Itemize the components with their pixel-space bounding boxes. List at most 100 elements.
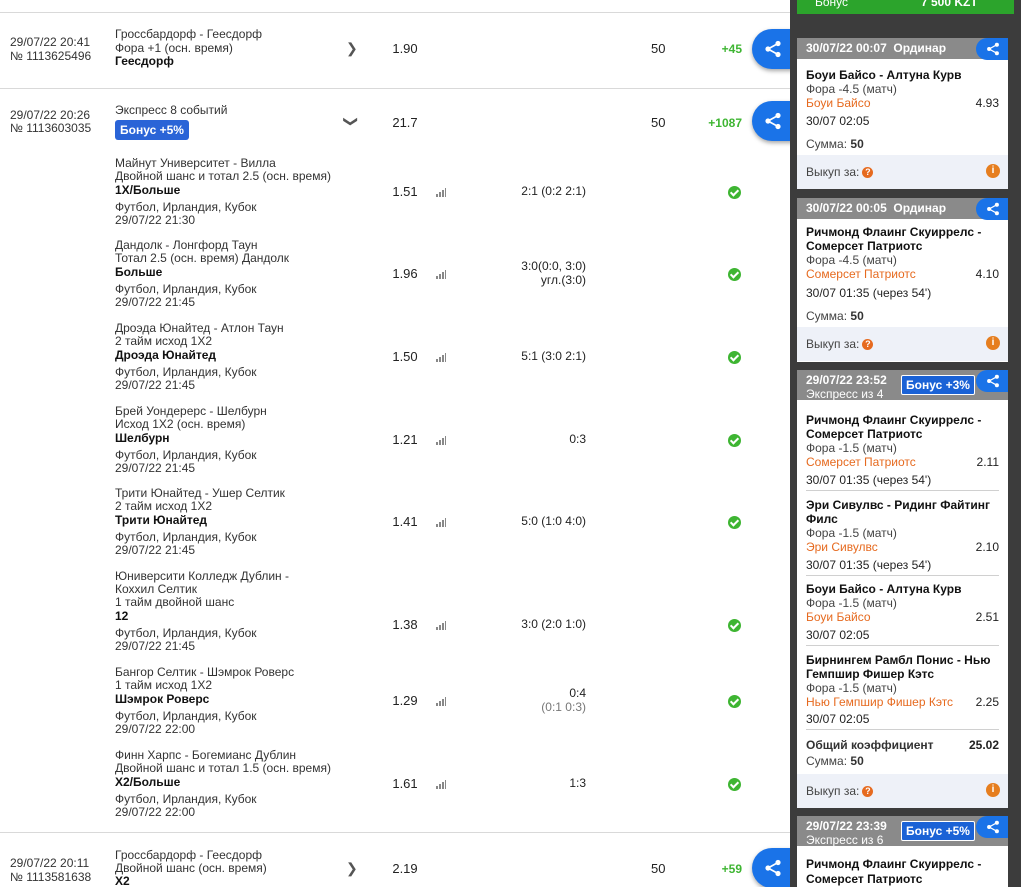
question-icon: ? [862, 339, 874, 350]
bet-card: 30/07/22 00:07 Ординар Боуи Байсо - Алту… [797, 38, 1008, 189]
leg-teams: Эри Сивулвс - Ридинг Файтинг [806, 498, 991, 512]
share-icon [987, 820, 999, 834]
question-icon: ? [862, 167, 874, 178]
leg-teams: Сомерсет Патриотс [806, 427, 923, 441]
chevron-down-icon[interactable]: ❯ [342, 116, 359, 128]
cashout-label: Выкуп за:? [806, 784, 874, 798]
leg-odds: 2.10 [975, 540, 999, 554]
event-league: Футбол, Ирландия, Кубок [115, 282, 257, 296]
share-button[interactable] [752, 101, 790, 141]
cashout-row[interactable]: Выкуп за:? i [797, 155, 1008, 189]
event-score: 1:3 [569, 776, 586, 790]
leg-pick: Эри Сивулвс [806, 540, 878, 554]
bet-date: 29/07/22 20:41 [10, 35, 91, 49]
event-pick: Шелбурн [115, 431, 170, 445]
divider [0, 832, 790, 833]
card-type: Ординар [893, 41, 947, 55]
divider [806, 729, 999, 730]
card-teams: Ричмонд Флаинг Скуиррелс - [806, 225, 982, 239]
chevron-right-icon[interactable]: ❯ [346, 860, 358, 877]
bet-card: 30/07/22 00:05 Ординар Ричмонд Флаинг Ск… [797, 198, 1008, 362]
card-header: 30/07/22 00:07 Ординар [797, 38, 1008, 60]
bet-market: Двойной шанс (осн. время) [115, 861, 267, 875]
bonus-bar[interactable]: Бонус 7 500 KZT [797, 0, 1014, 14]
leg-market: Фора -1.5 (матч) [806, 441, 897, 455]
event-market: 1 тайм двойной шанс [115, 595, 235, 609]
event-league: Футбол, Ирландия, Кубок [115, 448, 257, 462]
share-button[interactable] [752, 29, 790, 69]
event-score: 3:0(0:0, 3:0) [521, 259, 586, 273]
bet-odds: 1.90 [392, 41, 418, 56]
leg-teams: Бирнингем Рамбл Понис - Нью [806, 653, 991, 667]
leg-teams: Гемпшир Фишер Кэтс [806, 667, 935, 681]
event-teams: Юниверсити Колледж Дублин - [115, 569, 289, 583]
event-market: 1 тайм исход 1X2 [115, 678, 212, 692]
card-event-date: 30/07 02:05 [806, 114, 870, 128]
event-time: 29/07/22 22:00 [115, 805, 196, 819]
share-icon [987, 374, 999, 388]
event-pick: X2/Больше [115, 775, 181, 789]
event-score: 0:4 [569, 686, 586, 700]
card-pick: Сомерсет Патриотс [806, 267, 916, 281]
cashout-row[interactable]: Выкуп за:? i [797, 774, 1008, 808]
event-time: 29/07/22 22:00 [115, 722, 196, 736]
event-market: Двойной шанс и тотал 1.5 (осн. время) [115, 761, 331, 775]
bonus-bar-label: Бонус [815, 0, 849, 9]
event-league: Футбол, Ирландия, Кубок [115, 626, 257, 640]
info-icon[interactable]: i [986, 164, 1000, 178]
event-score: 2:1 (0:2 2:1) [521, 184, 586, 198]
won-check-icon [728, 268, 741, 281]
event-market: 2 тайм исход 1X2 [115, 499, 212, 513]
leg-teams: Сомерсет Патриотс [806, 872, 923, 886]
share-button[interactable] [976, 370, 1008, 392]
event-score-extra: (0:1 0:3) [541, 700, 586, 714]
bet-slip-sidebar: Бонус 7 500 KZT 30/07/22 00:07 Ординар Б… [790, 0, 1021, 887]
cashout-row[interactable]: Выкуп за:? i [797, 327, 1008, 361]
share-icon [765, 40, 781, 58]
bet-odds: 2.19 [392, 861, 418, 876]
divider [0, 12, 790, 13]
share-button[interactable] [752, 848, 790, 887]
event-teams: Майнут Университет - Вилла [115, 156, 276, 170]
won-check-icon [728, 695, 741, 708]
event-teams: Дандолк - Лонгфорд Таун [115, 238, 258, 252]
event-teams: Коххил Селтик [115, 582, 197, 596]
event-pick: 12 [115, 609, 129, 623]
info-icon[interactable]: i [986, 783, 1000, 797]
total-odds-label: Общий коэффициент [806, 738, 934, 752]
won-check-icon [728, 351, 741, 364]
leg-pick: Боуи Байсо [806, 610, 871, 624]
bet-win: +1087 [708, 116, 742, 130]
event-score-extra: угл.(3:0) [540, 273, 586, 287]
cashout-label: Выкуп за:? [806, 337, 874, 351]
share-button[interactable] [976, 816, 1008, 838]
leg-market: Фора -1.5 (матч) [806, 526, 897, 540]
bonus-bar-amount: 7 500 KZT [921, 0, 978, 9]
card-market: Фора -4.5 (матч) [806, 253, 897, 267]
event-score: 0:3 [569, 432, 586, 446]
express-title: Экспресс 8 событий [115, 103, 228, 117]
bet-stake: 50 [651, 41, 666, 56]
bet-number: № 1113625496 [10, 49, 92, 63]
share-button[interactable] [976, 198, 1008, 220]
leg-odds: 2.25 [975, 695, 999, 709]
leg-pick: Нью Гемпшир Фишер Кэтс [806, 695, 954, 709]
event-pick: Трити Юнайтед [115, 513, 208, 527]
leg-odds: 2.51 [975, 610, 999, 624]
card-teams: Боуи Байсо - Алтуна Курв [806, 68, 962, 82]
bonus-badge: Бонус +3% [901, 375, 975, 395]
share-icon [765, 859, 781, 877]
share-button[interactable] [976, 38, 1008, 60]
bet-stake: 50 [651, 861, 666, 876]
card-odds: 4.10 [975, 267, 999, 281]
event-pick: Больше [115, 265, 163, 279]
info-icon[interactable]: i [986, 336, 1000, 350]
event-league: Футбол, Ирландия, Кубок [115, 200, 257, 214]
event-pick: Шэмрок Роверс [115, 692, 210, 706]
leg-date: 30/07 02:05 [806, 628, 870, 642]
event-time: 29/07/22 21:45 [115, 639, 196, 653]
event-teams: Дроэда Юнайтед - Атлон Таун [115, 321, 284, 335]
chevron-right-icon[interactable]: ❯ [346, 40, 358, 57]
card-teams: Сомерсет Патриотс [806, 239, 923, 253]
event-league: Футбол, Ирландия, Кубок [115, 530, 257, 544]
